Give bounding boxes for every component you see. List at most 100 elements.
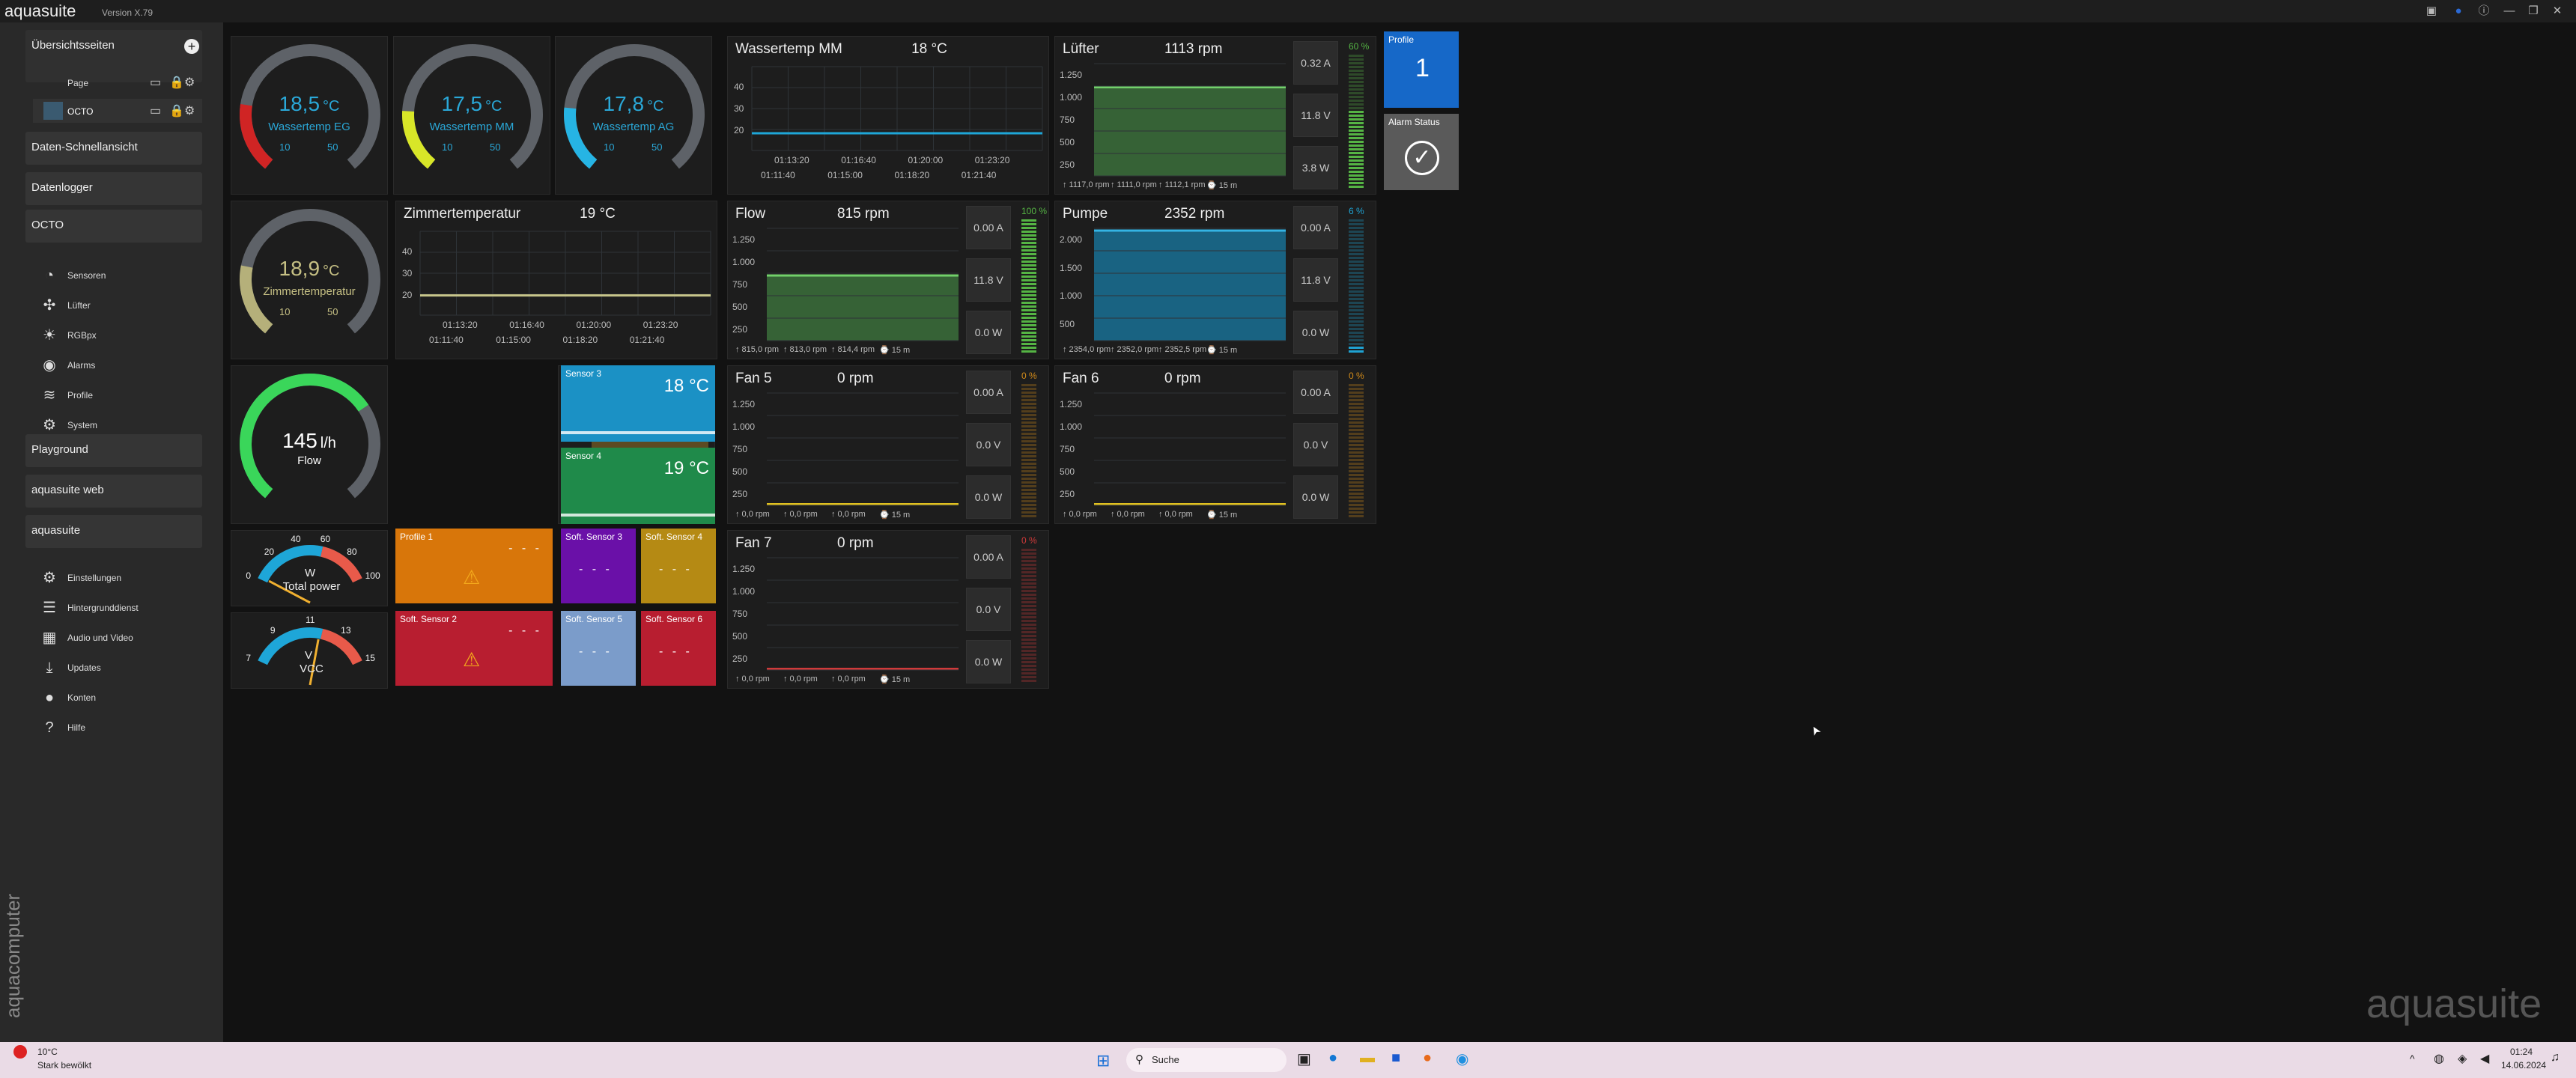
level-segment bbox=[1021, 440, 1036, 442]
sidebar-item-profile[interactable]: ≋ Profile bbox=[40, 382, 213, 409]
fan-power: 3.8 W bbox=[1293, 146, 1338, 189]
line-chart-wassertemp-mm[interactable]: Wassertemp MM 18 °C 40 30 20 01:13:20 01:16:40… bbox=[727, 36, 1049, 195]
monitor-icon[interactable]: ▭ bbox=[150, 103, 161, 118]
level-segment bbox=[1349, 500, 1364, 502]
fan-tile-lüfter[interactable]: Lüfter 1113 rpm 1.250 1.000 750 500 250 ↑ 1117,… bbox=[1054, 36, 1376, 195]
add-page-icon[interactable]: + bbox=[184, 39, 199, 54]
y-tick-label: 1.250 bbox=[732, 399, 756, 409]
level-segment bbox=[1349, 85, 1364, 87]
y-tick-label: 30 bbox=[402, 268, 413, 279]
profile-tile[interactable]: Profile 1 bbox=[1384, 31, 1459, 108]
monitor-icon[interactable]: ▭ bbox=[150, 75, 161, 90]
meter-total-power[interactable]: 0 20 40 60 80 100 W Total power bbox=[231, 530, 388, 606]
sensor-tile-3[interactable]: Sensor 3 18 °C bbox=[561, 365, 715, 442]
speaker-icon[interactable]: ◀ bbox=[2480, 1051, 2489, 1066]
page-item-octo[interactable]: OCTO ▭ 🔒 ⚙ bbox=[33, 99, 202, 123]
gauge-wassertemp-eg[interactable]: 18,5 °C Wassertemp EG 10 50 bbox=[231, 36, 388, 195]
gauge-icon: ◔ bbox=[44, 267, 55, 284]
page-item-page[interactable]: Page ▭ 🔒 ⚙ bbox=[33, 70, 202, 94]
sidebar-item-hilfe[interactable]: ? Hilfe bbox=[40, 714, 213, 741]
level-segment bbox=[1349, 115, 1364, 117]
quick-view-group[interactable]: Daten-Schnellansicht bbox=[25, 132, 202, 165]
sidebar-item-rgbpx[interactable]: ☀ RGBpx bbox=[40, 322, 213, 349]
aquasuite-taskbar-icon[interactable]: ◉ bbox=[1456, 1050, 1468, 1068]
brand-logo: aquacomputer bbox=[1, 893, 24, 1018]
fan-tile-fan-7[interactable]: Fan 70 rpm 1.250 1.000 750 500 250 ↑ 0,0 rpm ↑ … bbox=[727, 530, 1049, 689]
chevron-up-icon[interactable]: ^ bbox=[2410, 1053, 2415, 1065]
sensor-tile-4[interactable]: Sensor 4 19 °C bbox=[561, 448, 715, 524]
aquasuite-group[interactable]: aquasuite bbox=[25, 515, 202, 548]
level-segment bbox=[1021, 335, 1036, 338]
soft-tile-soft-sensor-5[interactable]: Soft. Sensor 5 - - - bbox=[561, 611, 636, 686]
store-icon[interactable]: ■ bbox=[1391, 1050, 1400, 1067]
soft-tile-soft-sensor-4[interactable]: Soft. Sensor 4 - - - bbox=[641, 529, 716, 603]
sidebar-item-sensoren[interactable]: ◔ Sensoren bbox=[40, 262, 213, 289]
sidebar-item-hintergrunddienst[interactable]: ☰ Hintergrunddienst bbox=[40, 594, 213, 621]
edge-icon[interactable]: ● bbox=[1328, 1050, 1337, 1067]
gear-icon[interactable]: ⚙ bbox=[184, 75, 195, 90]
sidebar-item-updates[interactable]: ⤓ Updates bbox=[40, 654, 213, 681]
title-bar: aquasuite Version X.79 ▣ ● ⓘ — ❐ ✕ bbox=[0, 0, 2576, 22]
info-icon[interactable]: ⓘ bbox=[2476, 3, 2492, 19]
aquasuite-web-group[interactable]: aquasuite web bbox=[25, 475, 202, 508]
notification-icon[interactable]: ♫ bbox=[2551, 1051, 2560, 1065]
screenshot-icon[interactable]: ▣ bbox=[2423, 3, 2440, 19]
fan-tile-flow[interactable]: Flow 815 rpm 1.250 1.000 750 500 250 ↑ 815,0 rp… bbox=[727, 201, 1049, 359]
fan-tile-fan-5[interactable]: Fan 50 rpm 1.250 1.000 750 500 250 ↑ 0,0 rpm ↑ … bbox=[727, 365, 1049, 524]
lock-icon[interactable]: 🔒 bbox=[169, 103, 184, 118]
firefox-icon[interactable]: ● bbox=[1423, 1050, 1432, 1067]
soft-tile-soft-sensor-3[interactable]: Soft. Sensor 3 - - - bbox=[561, 529, 636, 603]
minimize-button[interactable]: — bbox=[2501, 3, 2518, 19]
network-icon[interactable]: ◈ bbox=[2458, 1051, 2467, 1066]
level-segment bbox=[1349, 70, 1364, 72]
taskbar-search[interactable]: ⚲ Suche bbox=[1126, 1048, 1287, 1072]
fan-tile-pumpe[interactable]: Pumpe 2352 rpm 2.000 1.500 1.000 500 ↑ 2354,0 … bbox=[1054, 201, 1376, 359]
soft-name: Soft. Sensor 5 bbox=[565, 614, 623, 624]
soft-tile-profile-1[interactable]: Profile 1 - - - ⚠ bbox=[395, 529, 553, 603]
level-segment bbox=[1021, 654, 1036, 656]
gauge-zimmertemperatur[interactable]: 18,9 °C Zimmertemperatur 10 50 bbox=[231, 201, 388, 359]
tray-app-icon[interactable]: ◍ bbox=[2434, 1051, 2444, 1066]
explorer-icon[interactable]: ▬ bbox=[1360, 1050, 1375, 1067]
restore-button[interactable]: ❐ bbox=[2525, 3, 2542, 19]
aquasuite-label: aquasuite bbox=[31, 524, 81, 537]
sidebar-item-alarms[interactable]: ◉ Alarms bbox=[40, 352, 213, 379]
level-segment bbox=[1349, 275, 1364, 278]
y-tick-label: 1.000 bbox=[732, 257, 756, 267]
alarm-label: Alarm Status bbox=[1388, 117, 1440, 127]
sidebar-item-konten[interactable]: ● Konten bbox=[40, 684, 213, 711]
close-button[interactable]: ✕ bbox=[2549, 3, 2566, 19]
sidebar-item-lüfter[interactable]: ✣ Lüfter bbox=[40, 292, 213, 319]
weather-icon[interactable] bbox=[13, 1045, 27, 1059]
gauge-wassertemp-mm[interactable]: 17,5 °C Wassertemp MM 10 50 bbox=[393, 36, 550, 195]
sidebar-item-audio-und-video[interactable]: ▦ Audio und Video bbox=[40, 624, 213, 651]
globe-icon[interactable]: ● bbox=[2450, 3, 2467, 19]
level-segment bbox=[1021, 253, 1036, 255]
gauge-wassertemp-ag[interactable]: 17,8 °C Wassertemp AG 10 50 bbox=[555, 36, 712, 195]
line-chart-zimmertemperatur[interactable]: Zimmertemperatur 19 °C 40 30 20 01:13:20 01:16… bbox=[395, 201, 717, 359]
fan-tile-fan-6[interactable]: Fan 60 rpm 1.250 1.000 750 500 250 ↑ 0,0 rpm ↑ … bbox=[1054, 365, 1376, 524]
gauge-flow[interactable]: 145 l/h Flow bbox=[231, 365, 388, 524]
fan-area bbox=[1094, 87, 1286, 176]
page-item-label: Page bbox=[67, 78, 89, 88]
gauge-label: Wassertemp AG bbox=[592, 121, 675, 133]
meter-tick: 40 bbox=[291, 534, 301, 545]
alarm-status-tile[interactable]: Alarm Status ✓ bbox=[1384, 114, 1459, 190]
playground-group[interactable]: Playground bbox=[25, 434, 202, 467]
lock-icon[interactable]: 🔒 bbox=[169, 75, 184, 90]
taskview-icon[interactable]: ▣ bbox=[1297, 1050, 1311, 1068]
soft-tile-soft-sensor-2[interactable]: Soft. Sensor 2 - - - ⚠ bbox=[395, 611, 553, 686]
soft-tile-soft-sensor-6[interactable]: Soft. Sensor 6 - - - bbox=[641, 611, 716, 686]
meter-vcc[interactable]: 7 9 11 13 15 V VCC bbox=[231, 612, 388, 689]
level-segment bbox=[1349, 436, 1364, 439]
level-segment bbox=[1349, 410, 1364, 412]
gauge-number: 145 bbox=[282, 429, 318, 452]
datalogger-group[interactable]: Datenlogger bbox=[25, 172, 202, 205]
fan-percent: 100 % bbox=[1021, 206, 1048, 216]
fan-footer: ⌚ 15 m bbox=[1206, 511, 1238, 520]
windows-start-icon[interactable]: ⊞ bbox=[1096, 1051, 1110, 1071]
gear-icon[interactable]: ⚙ bbox=[184, 103, 195, 118]
octo-group[interactable]: OCTO bbox=[25, 210, 202, 243]
sidebar-item-einstellungen[interactable]: ⚙ Einstellungen bbox=[40, 564, 213, 591]
level-segment bbox=[1349, 159, 1364, 162]
